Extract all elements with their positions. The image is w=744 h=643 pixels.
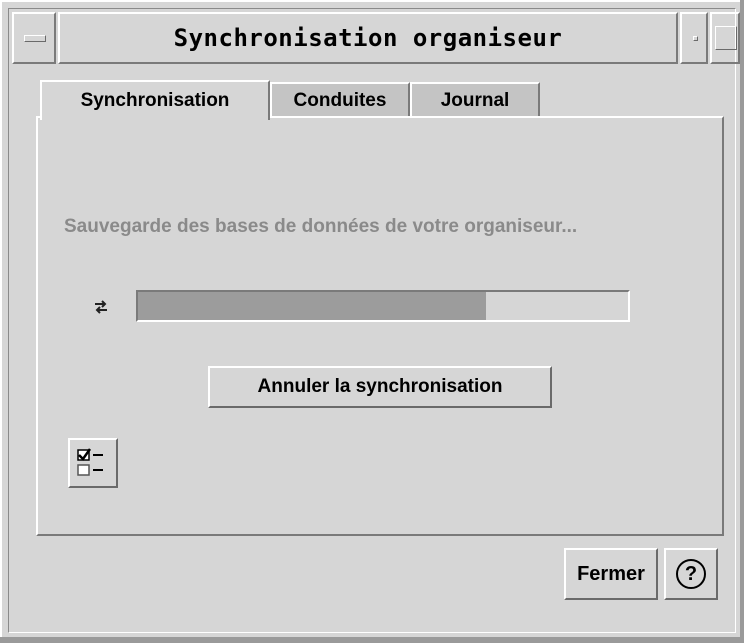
- minimize-button[interactable]: [680, 12, 708, 64]
- maximize-icon: [715, 26, 737, 50]
- help-button[interactable]: ?: [664, 548, 718, 600]
- minimize-icon: [693, 36, 698, 41]
- window-title: Synchronisation organiseur: [173, 24, 563, 52]
- sync-arrows-icon: [95, 300, 107, 314]
- status-text: Sauvegarde des bases de données de votre…: [64, 216, 578, 237]
- sync-progress-fill: [138, 292, 486, 320]
- window-menu-button[interactable]: [12, 12, 56, 64]
- help-icon: ?: [676, 559, 706, 589]
- window-menu-icon: [24, 35, 46, 42]
- tab-synchronisation[interactable]: Synchronisation: [40, 80, 270, 120]
- close-button[interactable]: Fermer: [564, 548, 658, 600]
- sync-progress-bar: [136, 290, 630, 322]
- window-frame-edge: [740, 0, 744, 643]
- title-area[interactable]: Synchronisation organiseur: [58, 12, 678, 64]
- tab-conduites[interactable]: Conduites: [270, 82, 410, 118]
- maximize-button[interactable]: [710, 12, 740, 64]
- checklist-button[interactable]: [68, 438, 118, 488]
- tab-journal[interactable]: Journal: [410, 82, 540, 118]
- synchronisation-panel: Sauvegarde des bases de données de votre…: [36, 116, 724, 536]
- cancel-sync-button[interactable]: Annuler la synchronisation: [208, 366, 552, 408]
- window-frame-edge: [0, 637, 744, 643]
- checklist-icon: [77, 448, 103, 476]
- title-bar: Synchronisation organiseur: [12, 12, 740, 64]
